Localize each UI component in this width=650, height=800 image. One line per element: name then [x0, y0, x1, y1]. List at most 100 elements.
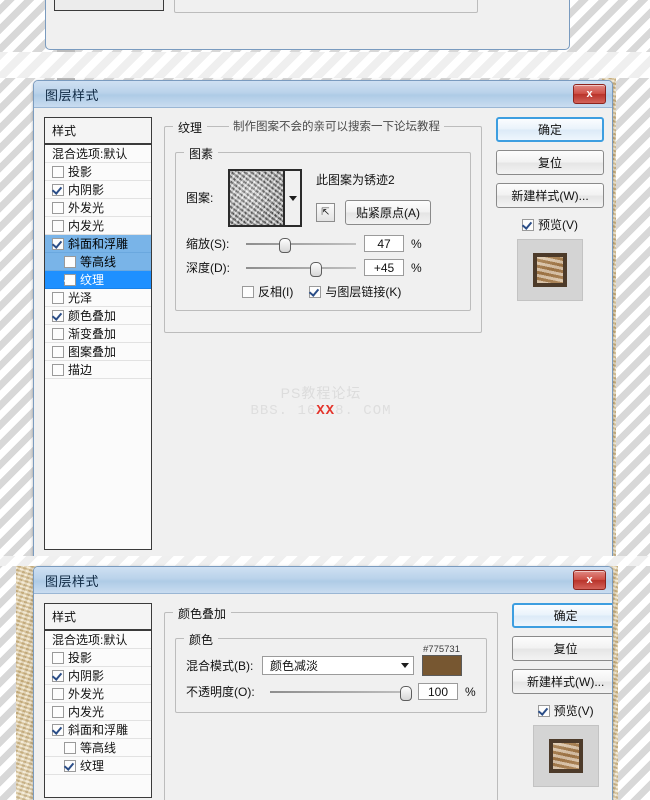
style-list-item[interactable]: 等高线 [45, 253, 151, 271]
link-with-layer-checkbox[interactable]: 与图层链接(K) [309, 283, 401, 300]
style-list-item[interactable]: 等高线 [45, 739, 151, 757]
close-icon[interactable]: x [573, 84, 606, 104]
top-dialog-structure-group: 阴影模式(A): 正片叠底 不透明度(C): 61 % [174, 0, 478, 13]
style-item-checkbox[interactable] [52, 291, 64, 304]
new-pattern-icon[interactable]: ⇱ [316, 203, 335, 222]
preview-checkbox[interactable]: 预览(V) [496, 216, 604, 233]
pattern-picker[interactable] [228, 169, 302, 227]
style-list-item[interactable]: 斜面和浮雕 [45, 721, 151, 739]
style-blend-options[interactable]: 混合选项:默认 [45, 631, 151, 649]
style-item-checkbox[interactable] [52, 219, 64, 232]
style-list-item[interactable]: 外发光 [45, 199, 151, 217]
style-blend-options-label: 混合选项:默认 [52, 147, 128, 161]
style-blend-options[interactable]: 混合选项:默认 [45, 145, 151, 163]
style-item-checkbox[interactable] [52, 669, 64, 682]
new-style-button[interactable]: 新建样式(W)... [496, 183, 604, 208]
style-item-checkbox[interactable] [52, 165, 64, 178]
style-item-checkbox[interactable] [52, 309, 64, 322]
scale-value[interactable]: 47 [364, 235, 404, 252]
blend-mode-select[interactable]: 颜色减淡 [262, 656, 414, 675]
style-list-item[interactable]: 图案叠加 [45, 343, 151, 361]
styles-list-header: 样式 [45, 118, 151, 145]
blend-mode-value: 颜色减淡 [270, 659, 319, 673]
style-list-item[interactable]: 斜面和浮雕 [45, 235, 151, 253]
depth-slider-knob[interactable] [309, 261, 322, 277]
dialog-title: 图层样式 [45, 87, 100, 103]
style-list-item[interactable]: 光泽 [45, 289, 151, 307]
scale-slider[interactable] [246, 237, 356, 253]
watermark-suffix: 8. COM [335, 402, 392, 419]
style-item-label: 外发光 [68, 687, 105, 701]
style-item-checkbox[interactable] [52, 705, 64, 718]
preview-label: 预览(V) [538, 218, 578, 232]
style-list-item[interactable]: 内发光 [45, 703, 151, 721]
style-list-item[interactable]: 颜色叠加 [45, 307, 151, 325]
depth-label: 深度(D): [186, 261, 230, 275]
dialog-titlebar: 图层样式 x [34, 567, 612, 594]
style-item-label: 投影 [68, 651, 93, 665]
new-style-button[interactable]: 新建样式(W)... [511, 669, 612, 694]
snap-to-origin-button[interactable]: 贴紧原点(A) [345, 200, 431, 225]
style-item-checkbox[interactable] [64, 741, 76, 754]
style-item-checkbox[interactable] [52, 723, 64, 736]
close-icon[interactable]: x [573, 570, 606, 590]
invert-checkbox[interactable]: 反相(I) [242, 283, 293, 300]
style-list-item[interactable]: 内阴影 [45, 667, 151, 685]
ok-button[interactable]: 确定 [496, 117, 604, 142]
depth-slider[interactable] [246, 261, 356, 277]
dialog-buttons-column: 确定 复位 新建样式(W)... 预览(V) [506, 603, 612, 798]
overlay-color-swatch[interactable]: #775731 [422, 644, 462, 676]
preview-thumbnail [548, 739, 583, 773]
watermark-highlight: XX [316, 402, 336, 419]
preview-box [517, 239, 583, 301]
styles-list-header: 样式 [45, 604, 151, 631]
style-item-checkbox[interactable] [64, 759, 76, 772]
overlay-opacity-value[interactable]: 100 [418, 683, 458, 700]
preview-checkbox[interactable]: 预览(V) [512, 702, 612, 719]
style-item-checkbox[interactable] [52, 687, 64, 700]
style-list-item[interactable]: 投影 [45, 163, 151, 181]
style-item-label: 光泽 [68, 291, 93, 305]
style-item-label: 外发光 [68, 201, 105, 215]
watermark-line-2: BBS. 16XX8. COM [152, 403, 490, 421]
depth-value[interactable]: +45 [364, 259, 404, 276]
style-item-checkbox[interactable] [52, 327, 64, 340]
overlay-opacity-slider-knob[interactable] [400, 685, 413, 701]
pattern-dropdown-arrow[interactable] [283, 171, 300, 225]
preview-thumbnail [533, 253, 567, 287]
style-item-checkbox[interactable] [52, 345, 64, 358]
style-item-checkbox[interactable] [52, 201, 64, 214]
style-list-item[interactable]: 内发光 [45, 217, 151, 235]
overlay-opacity-slider[interactable] [270, 685, 413, 701]
style-item-checkbox[interactable] [64, 255, 76, 268]
style-item-label: 纹理 [80, 273, 105, 287]
style-list-item[interactable]: 描边 [45, 361, 151, 379]
style-list-item[interactable]: 纹理 [45, 757, 151, 775]
style-list-item[interactable]: 外发光 [45, 685, 151, 703]
style-item-label: 斜面和浮雕 [68, 723, 129, 737]
style-item-checkbox[interactable] [52, 651, 64, 664]
pattern-thumbnail [230, 171, 283, 225]
color-overlay-panel: 颜色叠加 颜色 混合模式(B): 颜色减淡 #775731 不透明度(O): 1… [152, 603, 506, 800]
style-list-item[interactable]: 纹理 [45, 271, 151, 289]
style-list-item[interactable]: 投影 [45, 649, 151, 667]
scale-label: 缩放(S): [186, 237, 230, 251]
ok-button[interactable]: 确定 [511, 603, 612, 628]
styles-list: 样式 混合选项:默认 投影 内阴影外发光内发光 斜面和浮雕 等高线纹理光泽颜色叠加 渐变… [44, 117, 152, 550]
scale-slider-knob[interactable] [279, 237, 291, 253]
style-item-checkbox[interactable] [52, 363, 64, 376]
reset-button[interactable]: 复位 [496, 150, 604, 175]
link-with-layer-checkbox-box [309, 285, 322, 298]
style-item-checkbox[interactable] [52, 237, 64, 250]
style-item-checkbox[interactable] [52, 183, 64, 196]
forum-watermark: PS教程论坛 BBS. 16XX8. COM [152, 385, 490, 420]
reset-button[interactable]: 复位 [511, 636, 612, 661]
style-item-checkbox[interactable] [64, 273, 76, 286]
style-list-item[interactable]: 内阴影 [45, 181, 151, 199]
style-list-item[interactable]: 渐变叠加 [45, 325, 151, 343]
style-blend-options-label: 混合选项:默认 [52, 633, 128, 647]
styles-column: 样式 混合选项:默认 投影 内阴影外发光内发光 斜面和浮雕 等高线纹理光泽颜色叠加 渐变… [44, 117, 152, 550]
overlay-color-hex: #775731 [423, 644, 460, 655]
layer-style-dialog-texture: 图层样式 x 样式 混合选项:默认 投影 内阴影外发光内发光 斜面和浮雕 等高线纹理光… [33, 80, 613, 558]
top-dialog-left-box [54, 0, 164, 11]
